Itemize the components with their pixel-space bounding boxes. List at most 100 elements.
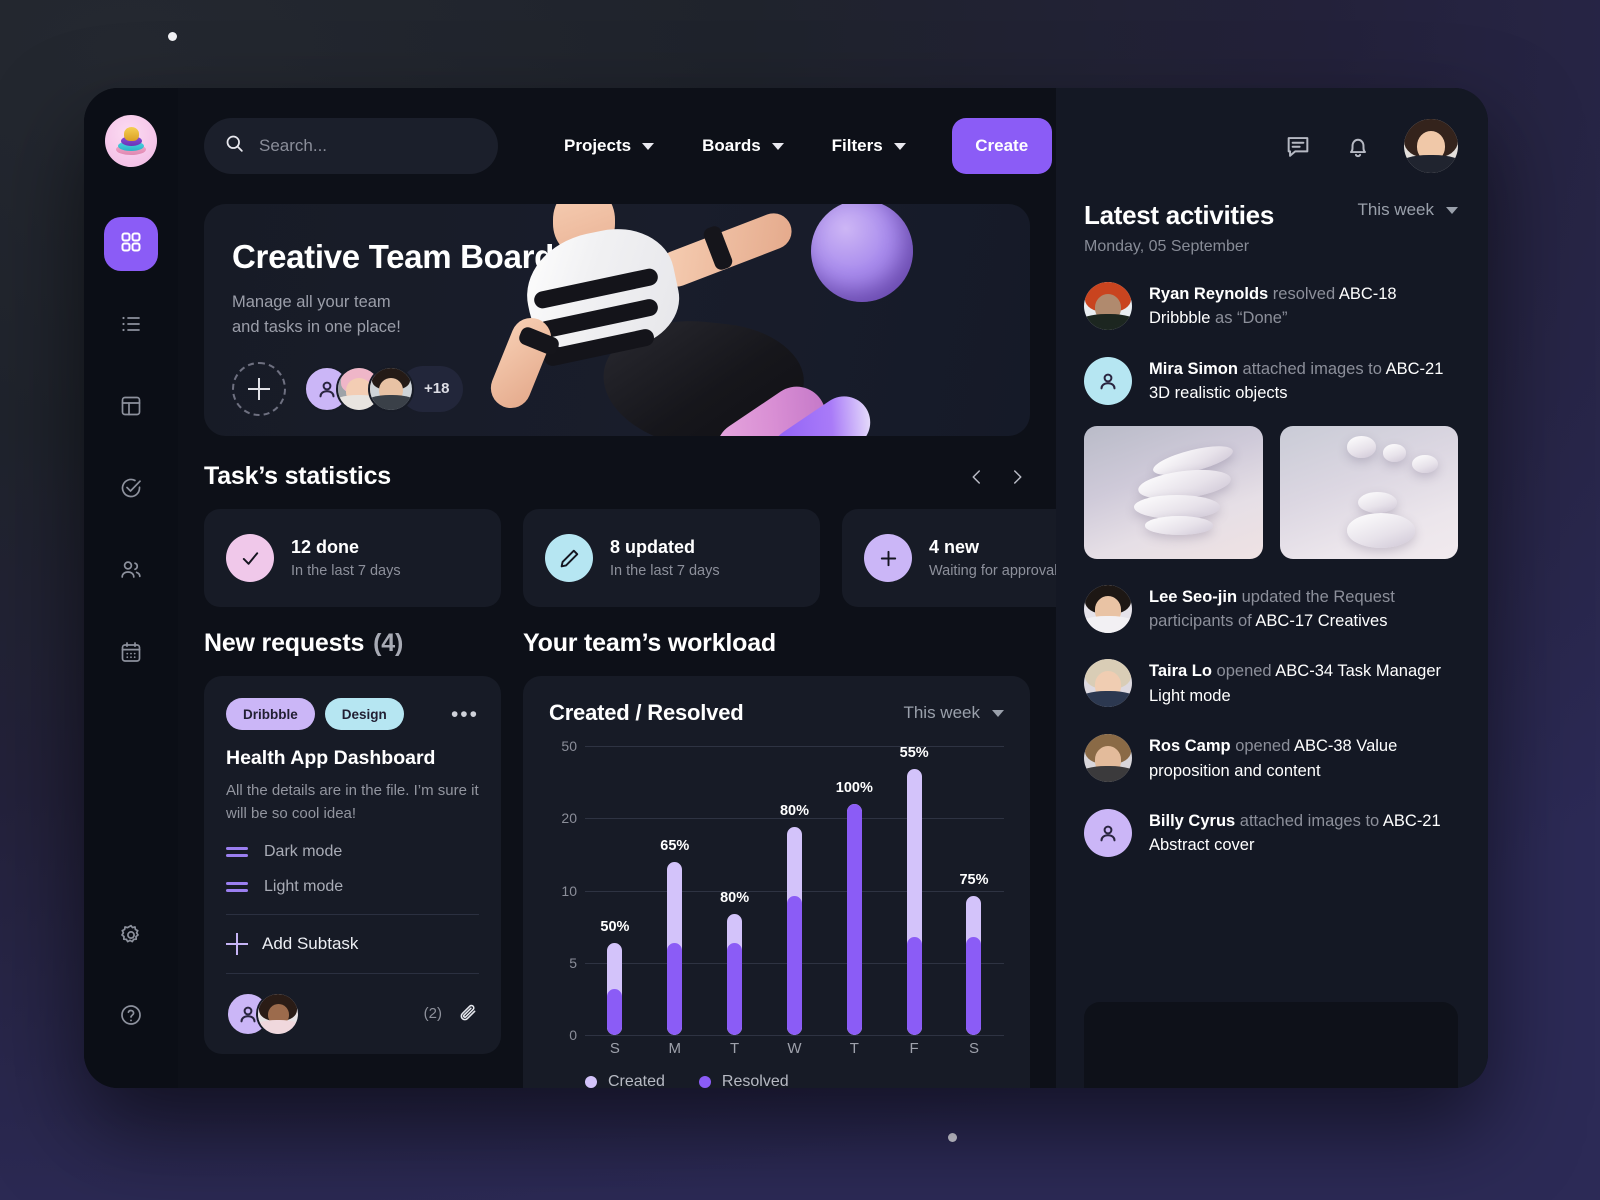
avatar-face bbox=[1084, 584, 1132, 633]
avatar-face bbox=[370, 367, 412, 410]
menu-filters[interactable]: Filters bbox=[808, 136, 930, 156]
search-icon bbox=[224, 133, 245, 159]
thumbnail-shape bbox=[1358, 492, 1398, 514]
sidebar-item-tasks[interactable] bbox=[104, 463, 158, 517]
subtask-row[interactable]: Dark mode bbox=[226, 843, 479, 861]
activity-item[interactable]: Ryan Reynolds resolved ABC-18 Dribbble a… bbox=[1084, 282, 1458, 331]
activity-item[interactable]: Ros Camp opened ABC-38 Value proposition… bbox=[1084, 734, 1458, 783]
hero-subtitle: Manage all your team and tasks in one pl… bbox=[232, 290, 492, 340]
stats-carousel-controls bbox=[968, 468, 1026, 486]
chart-x-axis: SMTWTFS bbox=[585, 1035, 1004, 1061]
profile-avatar[interactable] bbox=[1404, 119, 1458, 173]
chart-bar-column[interactable]: 55% bbox=[890, 745, 938, 1035]
messages-icon[interactable] bbox=[1284, 132, 1312, 160]
activity-thumbnail-3d-floating-pebbles[interactable] bbox=[1279, 425, 1458, 559]
create-button[interactable]: Create bbox=[951, 118, 1052, 174]
add-subtask-label: Add Subtask bbox=[262, 933, 359, 953]
chevron-left-icon[interactable] bbox=[968, 468, 986, 486]
avatar[interactable] bbox=[256, 991, 300, 1036]
avatar[interactable] bbox=[1084, 584, 1132, 633]
avatar[interactable] bbox=[1084, 734, 1132, 783]
chart-period-selector[interactable]: This week bbox=[903, 703, 1004, 723]
chart-bar-resolved bbox=[667, 942, 683, 1035]
activity-item[interactable]: Billy Cyrus attached images to ABC-21 Ab… bbox=[1084, 809, 1458, 858]
activity-text: Billy Cyrus attached images to ABC-21 Ab… bbox=[1149, 809, 1458, 858]
chart-y-tick: 20 bbox=[561, 810, 577, 827]
add-member-button[interactable] bbox=[232, 361, 286, 416]
stat-value: 8 updated bbox=[610, 537, 696, 557]
star-icon[interactable] bbox=[568, 245, 593, 270]
chart-bar-column[interactable]: 75% bbox=[950, 746, 998, 1035]
chart-data-label: 75% bbox=[959, 872, 989, 889]
chart-bar-resolved bbox=[607, 988, 623, 1035]
activity-item[interactable]: Mira Simon attached images to ABC-21 3D … bbox=[1084, 356, 1458, 406]
activity-item[interactable]: Taira Lo opened ABC-34 Task Manager Ligh… bbox=[1084, 659, 1458, 708]
stat-card-new[interactable]: 4 new Waiting for approval bbox=[842, 509, 1056, 607]
add-subtask-button[interactable]: Add Subtask bbox=[226, 932, 479, 955]
chart-y-tick: 50 bbox=[561, 738, 577, 754]
sidebar-item-team[interactable] bbox=[104, 545, 158, 599]
chart-y-tick: 5 bbox=[569, 954, 577, 971]
activity-user-name: Taira Lo bbox=[1149, 662, 1212, 681]
requests-title: New requests bbox=[204, 629, 365, 657]
search-box[interactable] bbox=[204, 118, 498, 174]
sidebar-item-dashboard[interactable] bbox=[104, 217, 158, 271]
grid-icon bbox=[119, 230, 143, 259]
app-logo[interactable] bbox=[105, 115, 157, 167]
sidebar-item-board[interactable] bbox=[104, 381, 158, 435]
chart-bar-column[interactable]: 65% bbox=[651, 746, 699, 1035]
tag-design[interactable]: Design bbox=[324, 698, 404, 730]
subtask-row[interactable]: Light mode bbox=[226, 878, 479, 896]
thumbnail-shape bbox=[1347, 436, 1376, 458]
chart-y-axis: 50 20 10 5 0 bbox=[549, 738, 585, 1043]
search-input[interactable] bbox=[259, 136, 478, 156]
chart-legend-item[interactable]: Resolved bbox=[698, 1073, 789, 1088]
decor-dot-top bbox=[168, 32, 177, 41]
chart-title: Created / Resolved bbox=[549, 700, 744, 725]
avatar[interactable] bbox=[1084, 659, 1132, 708]
more-horizontal-icon[interactable]: ••• bbox=[451, 704, 479, 725]
stat-value: 12 done bbox=[291, 537, 360, 557]
menu-boards[interactable]: Boards bbox=[678, 136, 808, 156]
activity-action: resolved bbox=[1268, 285, 1339, 303]
paperclip-icon[interactable] bbox=[458, 1003, 479, 1024]
user-icon bbox=[1100, 825, 1116, 842]
chart-x-tick: T bbox=[849, 1039, 859, 1057]
plus-icon bbox=[864, 534, 912, 582]
stat-card-done[interactable]: 12 done In the last 7 days bbox=[204, 509, 501, 607]
sidebar-item-list[interactable] bbox=[104, 299, 158, 353]
calendar-icon bbox=[119, 640, 143, 669]
tag-dribbble[interactable]: Dribbble bbox=[226, 698, 315, 730]
chart-bar-created bbox=[667, 861, 683, 1035]
sidebar-item-settings[interactable] bbox=[104, 910, 158, 964]
chart-bar-column[interactable]: 80% bbox=[770, 746, 818, 1035]
activity-item[interactable]: Lee Seo-jin updated the Request particip… bbox=[1084, 584, 1458, 634]
avatar[interactable] bbox=[368, 365, 414, 412]
chart-bar-column[interactable]: 50% bbox=[591, 746, 639, 1035]
notifications-icon[interactable] bbox=[1344, 132, 1372, 160]
hero-banner: Creative Team Board Manage all your team… bbox=[204, 204, 1030, 436]
stats-title: Task’s statistics bbox=[204, 462, 391, 490]
avatar[interactable] bbox=[1084, 282, 1132, 330]
chart-bars: 50% 65% 80% 80% 100% 55% 75% bbox=[585, 745, 1004, 1035]
request-card[interactable]: Dribbble Design ••• Health App Dashboard… bbox=[204, 676, 501, 1054]
activity-text: Ros Camp opened ABC-38 Value proposition… bbox=[1149, 734, 1458, 783]
chart-bar-column[interactable]: 80% bbox=[711, 746, 759, 1035]
avatar[interactable] bbox=[1084, 356, 1132, 405]
topbar: Projects Boards Filters Create bbox=[178, 88, 1056, 204]
chart-legend-item[interactable]: Created bbox=[585, 1073, 665, 1088]
chevron-right-icon[interactable] bbox=[1008, 468, 1026, 486]
sidebar-item-calendar[interactable] bbox=[104, 627, 158, 681]
activity-thumbnail-3d-stacked-discs[interactable] bbox=[1084, 425, 1263, 559]
sidebar-item-help[interactable] bbox=[104, 990, 158, 1044]
menu-projects[interactable]: Projects bbox=[540, 136, 678, 156]
stat-card-updated[interactable]: 8 updated In the last 7 days bbox=[523, 509, 820, 607]
main-area: Projects Boards Filters Create Creative … bbox=[178, 88, 1056, 1088]
chart-bar-column[interactable]: 100% bbox=[830, 746, 878, 1035]
avatar[interactable] bbox=[1084, 809, 1132, 858]
chevron-down-icon bbox=[1446, 206, 1458, 214]
activities-period-selector[interactable]: This week bbox=[1357, 200, 1458, 220]
chart-header: Created / Resolved This week bbox=[549, 700, 1004, 726]
chart-bar-resolved bbox=[966, 936, 982, 1035]
workload-header: Your team’s workload bbox=[523, 629, 1030, 658]
